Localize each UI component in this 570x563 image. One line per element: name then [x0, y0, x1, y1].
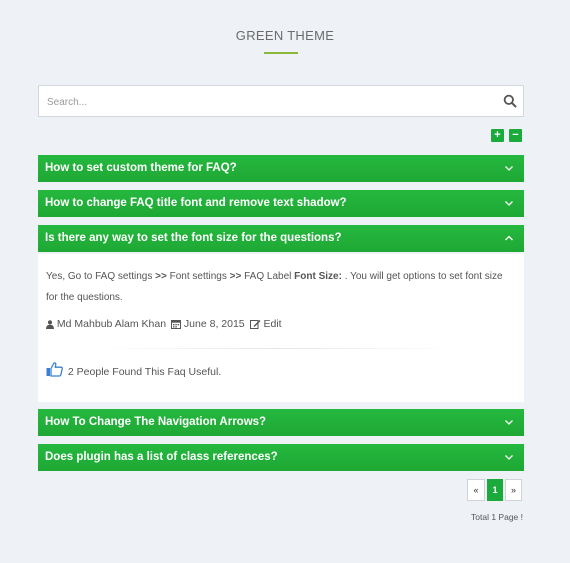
faq-question-label: Is there any way to set the font size fo… [45, 232, 342, 244]
search-icon[interactable] [503, 94, 517, 108]
search-box [38, 85, 524, 117]
answer-separator: >> [155, 271, 167, 282]
edit-icon[interactable] [249, 319, 261, 330]
collapse-all-button[interactable]: − [509, 129, 522, 142]
edit-link[interactable]: Edit [263, 318, 281, 330]
expand-all-button[interactable]: + [491, 129, 504, 142]
faq-question-2[interactable]: How to change FAQ title font and remove … [38, 190, 524, 217]
faq-answer-text: Yes, Go to FAQ settings >> Font settings… [46, 266, 516, 308]
answer-text-segment: Yes, Go to FAQ settings [46, 271, 156, 282]
answer-separator: >> [229, 271, 242, 282]
divider [98, 348, 458, 349]
answer-text-segment: FAQ Label [241, 271, 295, 282]
faq-question-3[interactable]: Is there any way to set the font size fo… [38, 225, 524, 252]
post-date: June 8, 2015 [183, 318, 245, 331]
chevron-up-icon [505, 235, 513, 241]
chevron-down-icon [505, 420, 513, 425]
title-underline [264, 52, 298, 54]
total-pages-text: Total 1 Page ! [471, 512, 523, 522]
faq-question-4[interactable]: How To Change The Navigation Arrows? [38, 409, 524, 436]
page-1-button[interactable]: 1 [487, 479, 503, 501]
useful-row: 2 People Found This Faq Useful. [46, 362, 221, 378]
chevron-down-icon [505, 201, 513, 206]
faq-answer-panel: Yes, Go to FAQ settings >> Font settings… [38, 254, 524, 402]
faq-question-label: How to change FAQ title font and remove … [45, 197, 347, 209]
answer-text-segment: Font settings [166, 271, 230, 282]
faq-question-5[interactable]: Does plugin has a list of class referenc… [38, 444, 524, 471]
author-name: Md Mahbub Alam Khan [56, 318, 167, 331]
chevron-down-icon [505, 455, 513, 460]
faq-meta: Md Mahbub Alam Khan June 8, 2015 Edit [46, 318, 282, 330]
user-icon [46, 320, 54, 329]
thumbs-up-icon[interactable] [46, 362, 63, 377]
search-input[interactable] [47, 93, 487, 111]
prev-page-button[interactable]: « [467, 479, 485, 501]
calendar-icon [171, 320, 181, 330]
useful-count-text: 2 People Found This Faq Useful. [67, 366, 222, 378]
chevron-down-icon [505, 166, 513, 171]
faq-question-1[interactable]: How to set custom theme for FAQ? [38, 155, 524, 182]
page-title: GREEN THEME [235, 28, 335, 43]
faq-question-label: How To Change The Navigation Arrows? [45, 416, 267, 428]
next-page-button[interactable]: » [505, 479, 522, 501]
faq-question-label: Does plugin has a list of class referenc… [45, 451, 278, 463]
answer-bold-label: Font Size: [294, 271, 342, 282]
faq-question-label: How to set custom theme for FAQ? [45, 162, 237, 174]
